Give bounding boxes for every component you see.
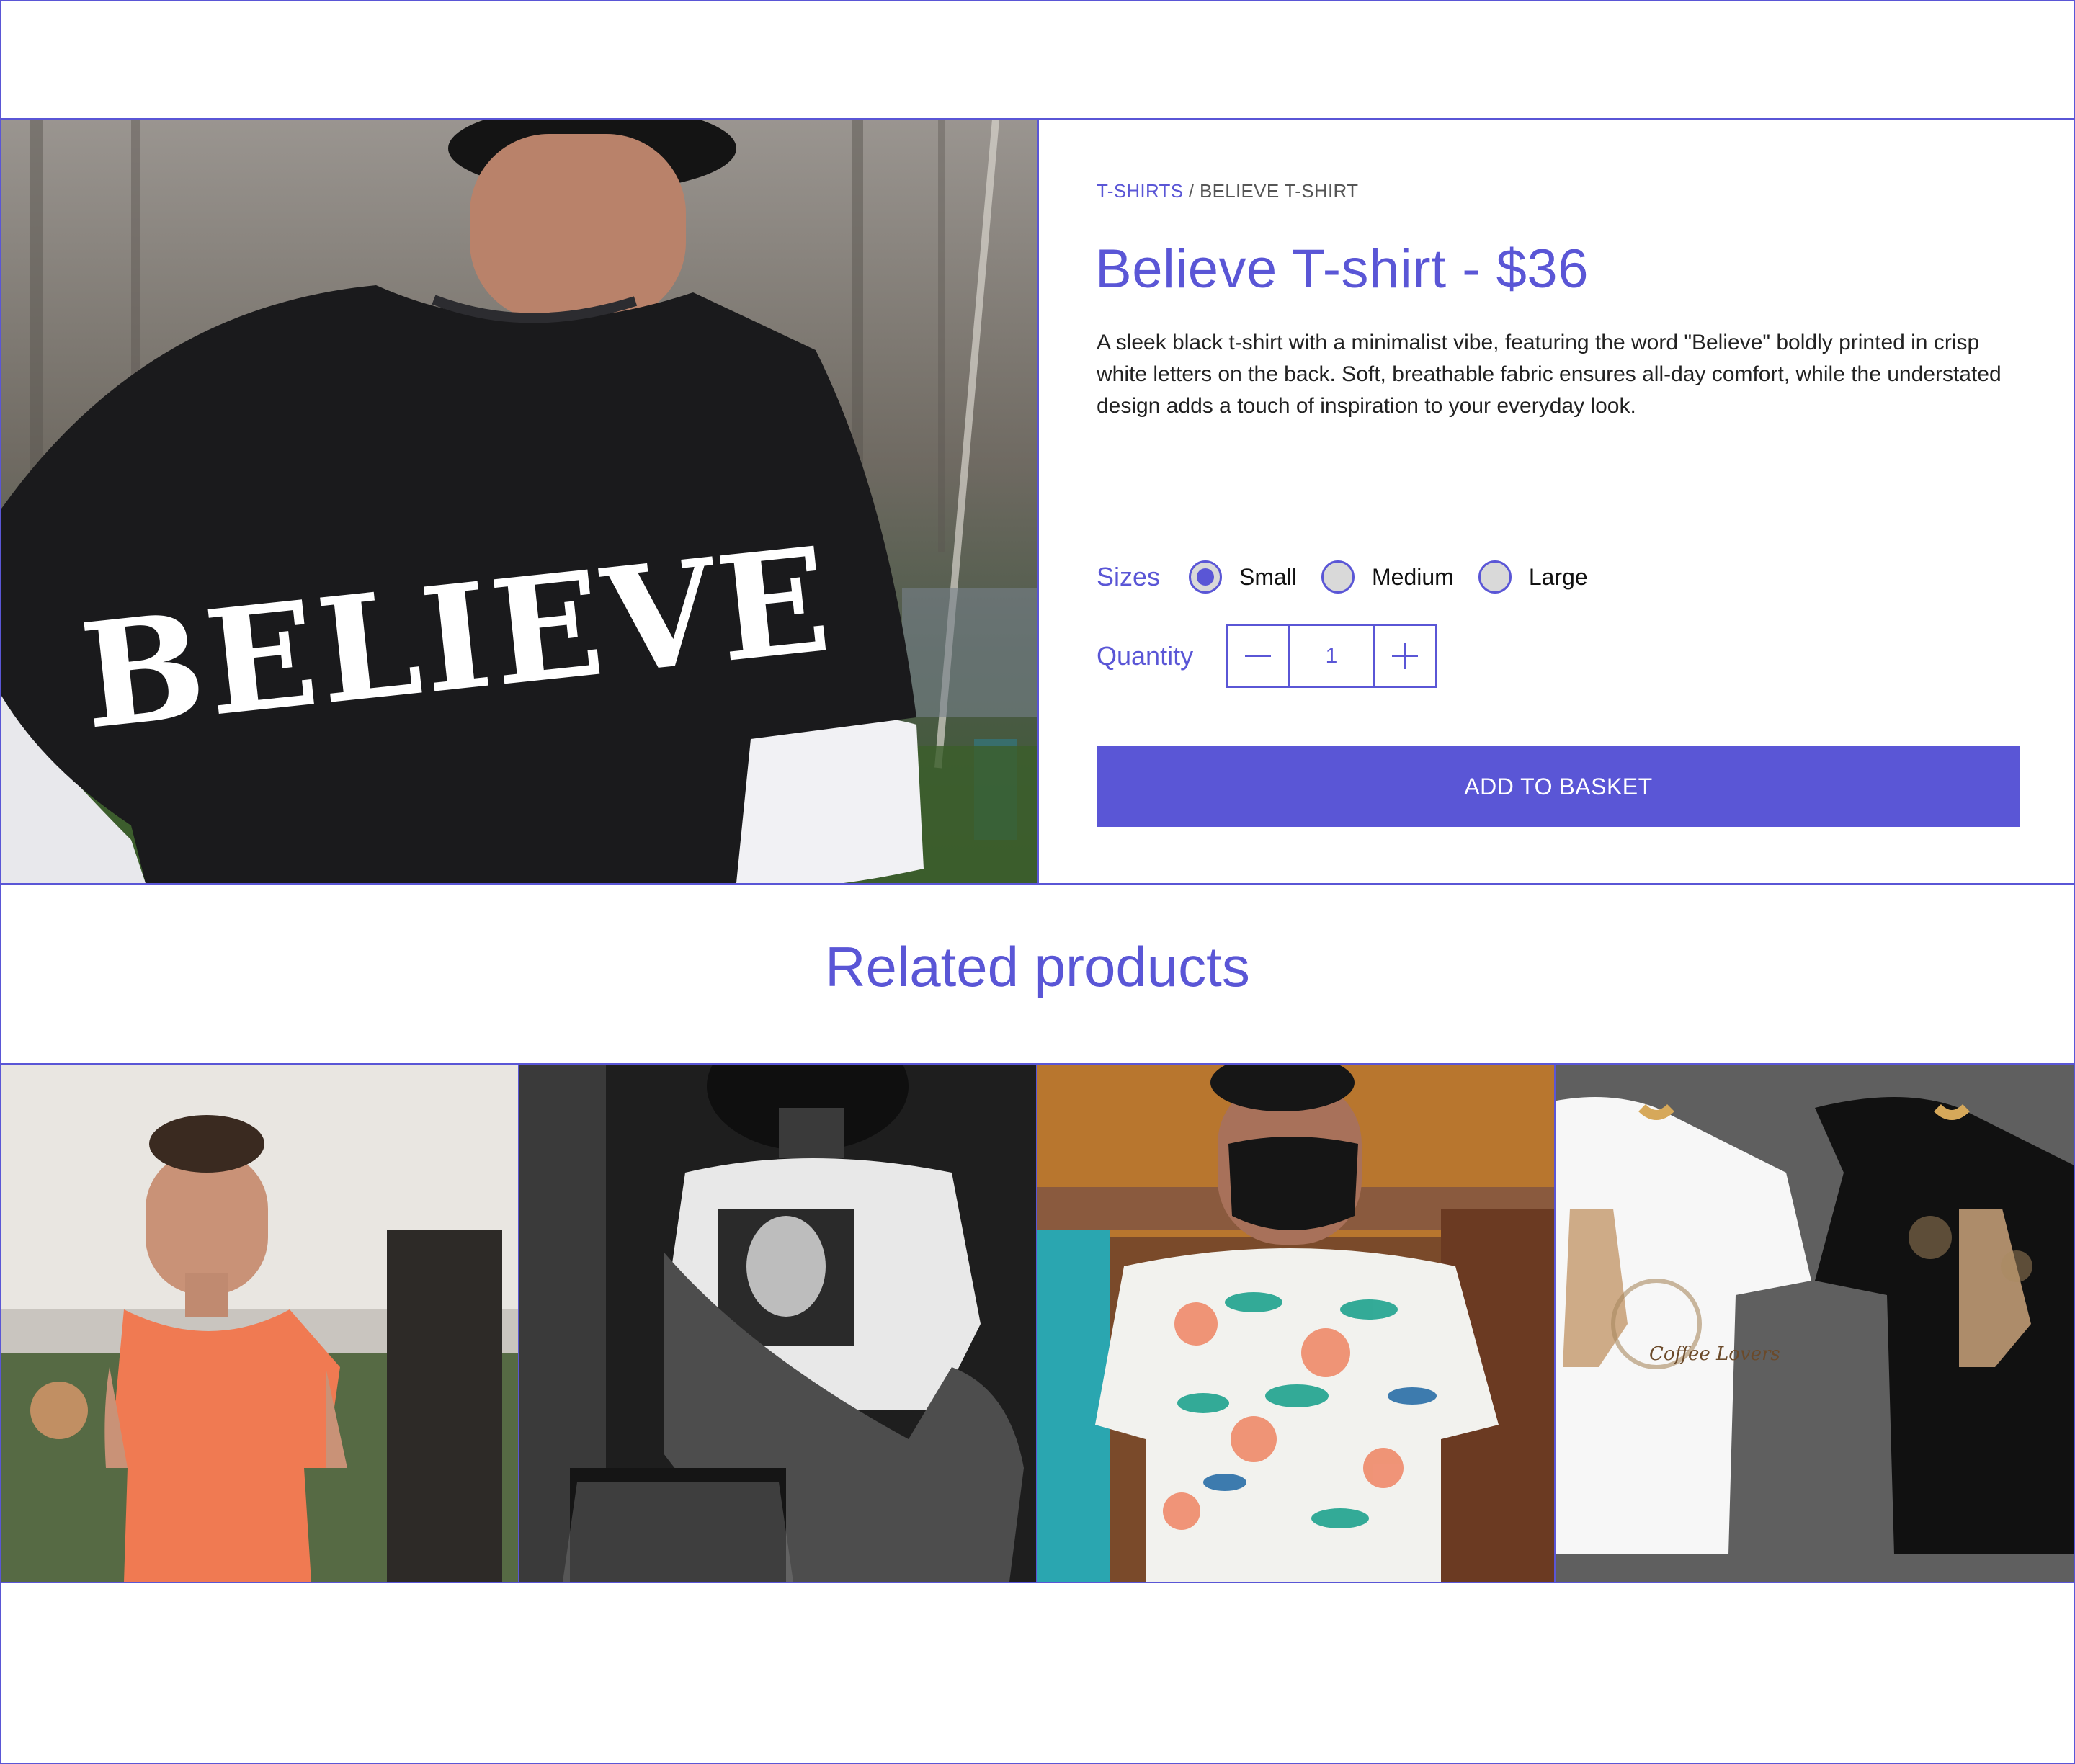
coffee-lovers-print-text: Coffee Lovers [1649,1343,1780,1365]
header-bar [1,1,2074,120]
quantity-input[interactable] [1290,626,1373,686]
radio-large[interactable] [1478,560,1512,594]
product-image: BELIEVE [1,120,1039,883]
minus-icon [1245,655,1271,657]
size-label-medium: Medium [1372,563,1454,590]
breadcrumb: T-SHIRTS / BELIEVE T-SHIRT [1097,180,1358,202]
product-page: BELIEVE T-SHIRTS / BELIEVE T-SHIRT Belie… [0,0,2075,1764]
related-product-coffee-lovers-tshirts[interactable]: Coffee Lovers [1556,1065,2074,1582]
related-products-title: Related products [825,934,1250,998]
floral-tshirt-image [1038,1065,1554,1582]
product-title: Believe T-shirt - $36 [1095,238,1589,300]
related-products-header: Related products [1,885,2074,1065]
size-radio-group: Small Medium Large [1189,560,1612,594]
breadcrumb-category-link[interactable]: T-SHIRTS [1097,180,1183,202]
quantity-selector: Quantity [1097,624,1437,689]
size-selector: Sizes Small Medium Large [1097,552,1612,602]
size-option-medium[interactable]: Medium [1321,560,1454,594]
plus-icon [1392,643,1418,669]
size-label-large: Large [1528,563,1588,590]
related-products-grid: Coffee Lovers [1,1065,2074,1583]
add-to-basket-button[interactable]: ADD TO BASKET [1097,746,2020,827]
related-product-portrait-print-tshirt[interactable] [519,1065,1038,1582]
breadcrumb-current: BELIEVE T-SHIRT [1199,180,1359,202]
related-product-floral-tshirt[interactable] [1038,1065,1556,1582]
breadcrumb-separator: / [1183,180,1200,202]
portrait-print-tshirt-image [519,1065,1036,1582]
size-option-large[interactable]: Large [1478,560,1588,594]
size-option-small[interactable]: Small [1189,560,1297,594]
product-section: BELIEVE T-SHIRTS / BELIEVE T-SHIRT Belie… [1,120,2074,885]
coffee-lovers-tshirts-image: Coffee Lovers [1556,1065,2074,1582]
radio-small[interactable] [1189,560,1222,594]
product-description: A sleek black t-shirt with a minimalist … [1097,331,2002,418]
increase-quantity-button[interactable] [1373,626,1435,686]
size-label-small: Small [1239,563,1298,590]
quantity-stepper [1226,624,1437,688]
decrease-quantity-button[interactable] [1228,626,1290,686]
related-product-orange-tshirt[interactable] [1,1065,519,1582]
sizes-label: Sizes [1097,562,1161,591]
radio-medium[interactable] [1321,560,1355,594]
product-info: T-SHIRTS / BELIEVE T-SHIRT Believe T-shi… [1040,120,2074,883]
orange-tshirt-image [1,1065,518,1582]
quantity-label: Quantity [1097,641,1194,671]
